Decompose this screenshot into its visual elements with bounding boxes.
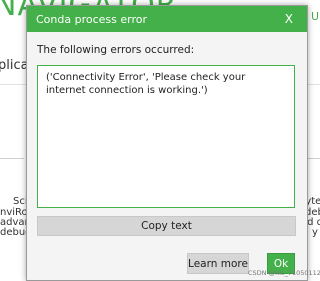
- bg-card-text-right-4: y: [312, 227, 318, 238]
- learn-more-button[interactable]: Learn more: [187, 253, 249, 274]
- copy-text-button[interactable]: Copy text: [37, 216, 296, 236]
- conda-error-dialog: Conda process error X The following erro…: [26, 5, 308, 281]
- dialog-title: Conda process error: [36, 12, 147, 26]
- upgrade-link[interactable]: Up: [311, 10, 320, 23]
- card-divider-left: [0, 158, 24, 159]
- error-details-textbox[interactable]: ('Connectivity Error', 'Please check you…: [37, 65, 295, 208]
- screen: NAVIGATOR Up plicat Sci nviRo advan debu…: [0, 0, 320, 281]
- close-button[interactable]: X: [285, 13, 293, 25]
- error-message-label: The following errors occurred:: [37, 44, 195, 56]
- watermark-text: CSDN @nlc_71050112: [248, 269, 320, 277]
- dialog-titlebar: Conda process error X: [27, 6, 307, 32]
